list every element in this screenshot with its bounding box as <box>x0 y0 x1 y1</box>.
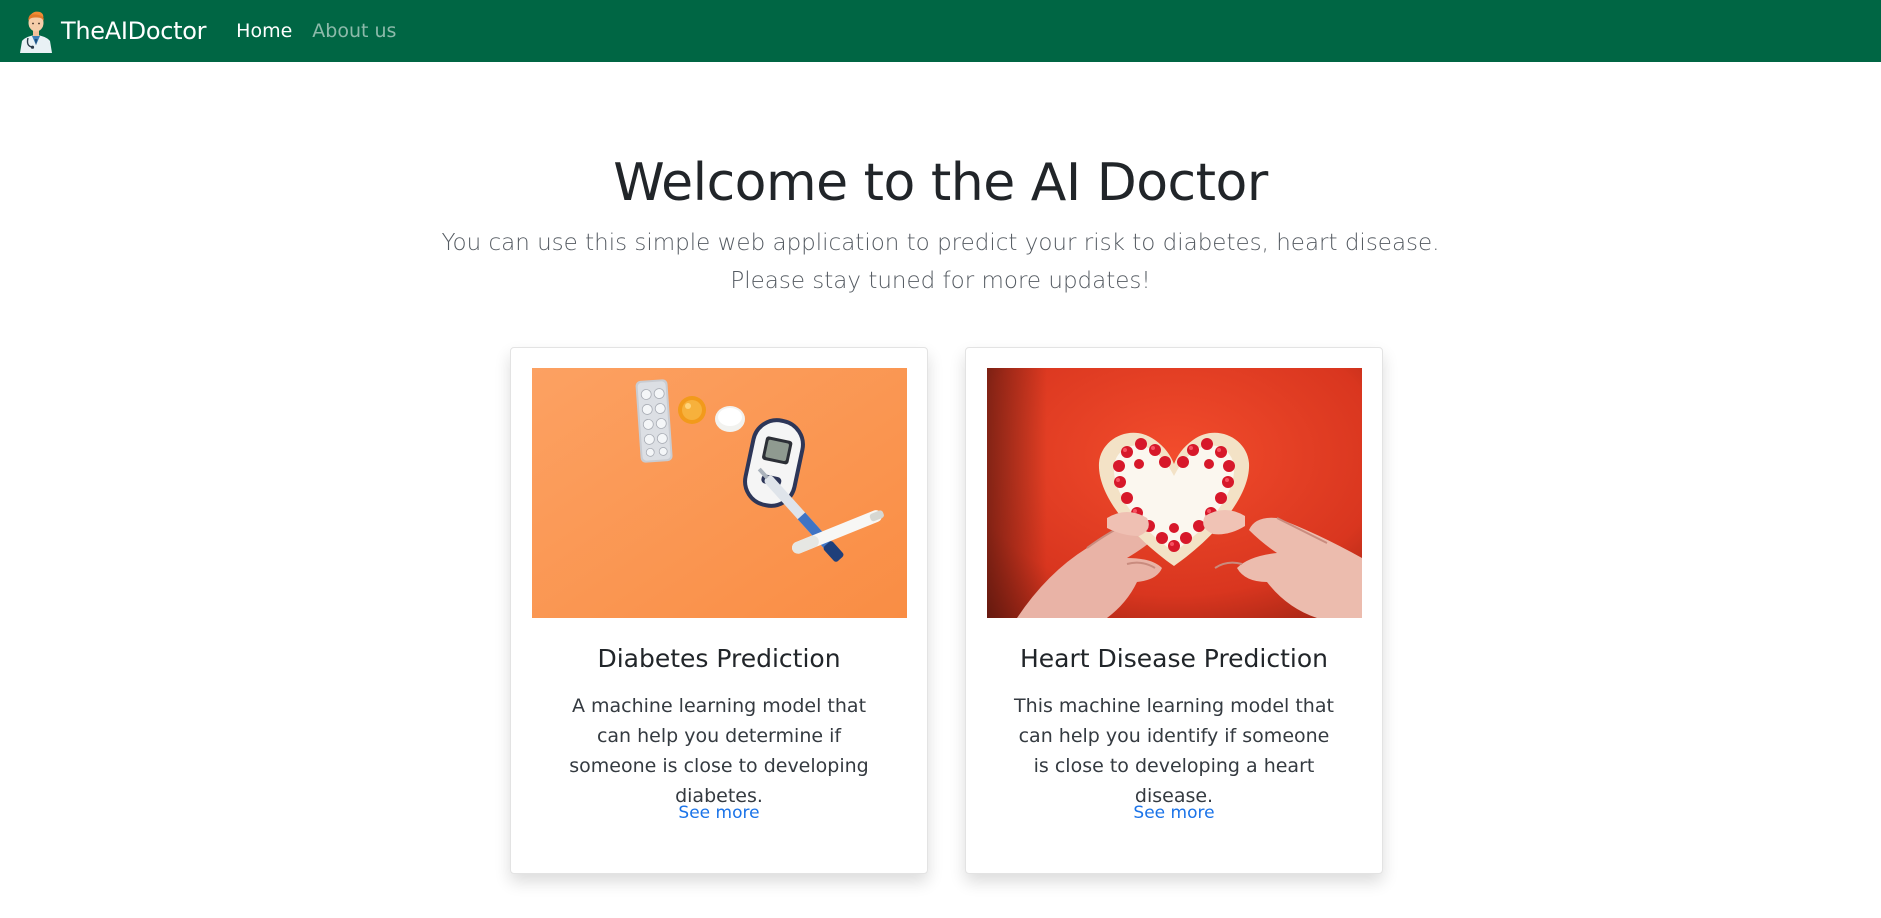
hero-lead-line-2: Please stay tuned for more updates! <box>730 268 1151 294</box>
heart-cookie-photo-icon <box>987 368 1362 618</box>
nav-links: Home About us <box>236 20 416 42</box>
hero-lead: You can use this simple web application … <box>0 224 1881 300</box>
card-heart-disease: Heart Disease Prediction This machine le… <box>965 347 1383 874</box>
card-description: A machine learning model that can help y… <box>569 695 869 807</box>
doctor-avatar-icon <box>16 9 56 53</box>
brand-name: TheAIDoctor <box>61 17 207 45</box>
card-title: Heart Disease Prediction <box>1020 644 1328 673</box>
see-more-link[interactable]: See more <box>511 803 927 823</box>
nav-link-about-us[interactable]: About us <box>312 20 396 42</box>
card-title: Diabetes Prediction <box>597 644 841 673</box>
page-title: Welcome to the AI Doctor <box>613 153 1268 213</box>
brand-link[interactable]: TheAIDoctor <box>16 9 206 53</box>
card-diabetes: Diabetes Prediction A machine learning m… <box>510 347 928 874</box>
diabetes-supplies-photo-icon <box>532 368 907 618</box>
navbar: TheAIDoctor Home About us <box>0 0 1881 62</box>
hero-lead-line-1: You can use this simple web application … <box>441 230 1440 256</box>
hero-section: Welcome to the AI Doctor You can use thi… <box>0 150 1881 300</box>
nav-link-home[interactable]: Home <box>236 20 292 42</box>
card-description: This machine learning model that can hel… <box>1014 695 1334 807</box>
see-more-link[interactable]: See more <box>966 803 1382 823</box>
